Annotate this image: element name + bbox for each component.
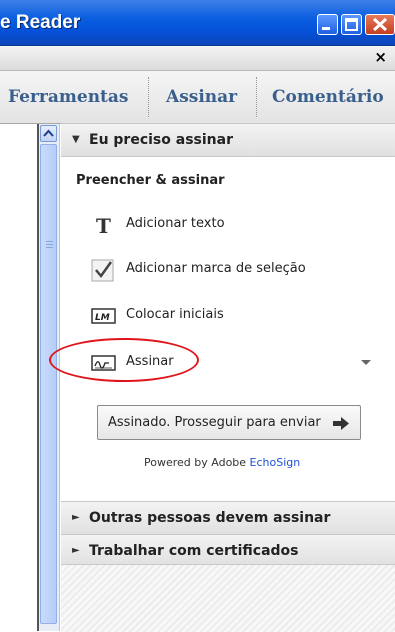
powered-by-prefix: Powered by Adobe [144, 456, 247, 469]
section-header-outras-pessoas[interactable]: ► Outras pessoas devem assinar [61, 501, 395, 535]
thumb-grip [46, 247, 53, 248]
initials-LM-icon: LM [91, 308, 116, 324]
tool-label: Colocar iniciais [126, 307, 224, 322]
close-button[interactable] [365, 14, 395, 35]
close-document-icon[interactable]: × [374, 48, 387, 66]
section-header-eu-preciso-assinar[interactable]: ▼ Eu preciso assinar [61, 123, 395, 157]
tool-label: Assinar [126, 354, 174, 369]
maximize-button[interactable] [341, 14, 362, 35]
scroll-thumb[interactable] [40, 144, 57, 624]
minimize-icon [322, 27, 330, 30]
thumb-grip [46, 244, 53, 245]
vertical-scrollbar[interactable] [39, 124, 60, 631]
collapsed-arrow-icon: ► [72, 545, 80, 556]
maximize-icon [345, 18, 358, 31]
tab-separator [148, 77, 149, 117]
close-icon [372, 17, 388, 32]
window-title: e Reader [0, 12, 81, 33]
powered-by-text: Powered by Adobe EchoSign [144, 456, 300, 469]
svg-text:T: T [96, 214, 111, 238]
svg-text:LM: LM [95, 313, 110, 323]
menu-bar: × [0, 46, 395, 71]
subheading-preencher-assinar: Preencher & assinar [76, 173, 225, 188]
tab-comentario[interactable]: Comentário [272, 71, 384, 123]
signature-icon [91, 355, 116, 371]
toolbar-tabs: Ferramentas Assinar Comentário [0, 71, 395, 124]
tool-label: Adicionar texto [126, 216, 225, 231]
tab-ferramentas[interactable]: Ferramentas [8, 71, 129, 123]
checkmark-icon [91, 259, 114, 282]
sign-panel: ▼ Eu preciso assinar Preencher & assinar… [61, 123, 395, 632]
section-title: Trabalhar com certificados [89, 543, 299, 559]
send-button-label: Assinado. Prosseguir para enviar [108, 415, 321, 430]
arrow-right-icon [333, 417, 349, 430]
title-bar: e Reader [0, 0, 395, 46]
send-signed-button[interactable]: Assinado. Prosseguir para enviar [97, 405, 361, 440]
thumb-grip [46, 241, 53, 242]
section-header-certificados[interactable]: ► Trabalhar com certificados [61, 534, 395, 568]
document-area[interactable] [0, 124, 39, 631]
scroll-up-button[interactable] [40, 125, 57, 142]
text-T-icon: T [96, 214, 111, 238]
chevron-up-icon [43, 129, 54, 137]
expanded-arrow-icon: ▼ [72, 134, 80, 145]
collapsed-arrow-icon: ► [72, 512, 80, 523]
echosign-link[interactable]: EchoSign [250, 456, 301, 469]
empty-panel-area [61, 564, 395, 632]
chevron-down-icon[interactable] [361, 360, 371, 365]
section-title: Outras pessoas devem assinar [89, 510, 331, 526]
tab-separator [256, 77, 257, 117]
section-title: Eu preciso assinar [89, 132, 233, 148]
minimize-button[interactable] [317, 14, 338, 35]
tool-label: Adicionar marca de seleção [126, 261, 306, 276]
tab-assinar[interactable]: Assinar [166, 71, 237, 123]
